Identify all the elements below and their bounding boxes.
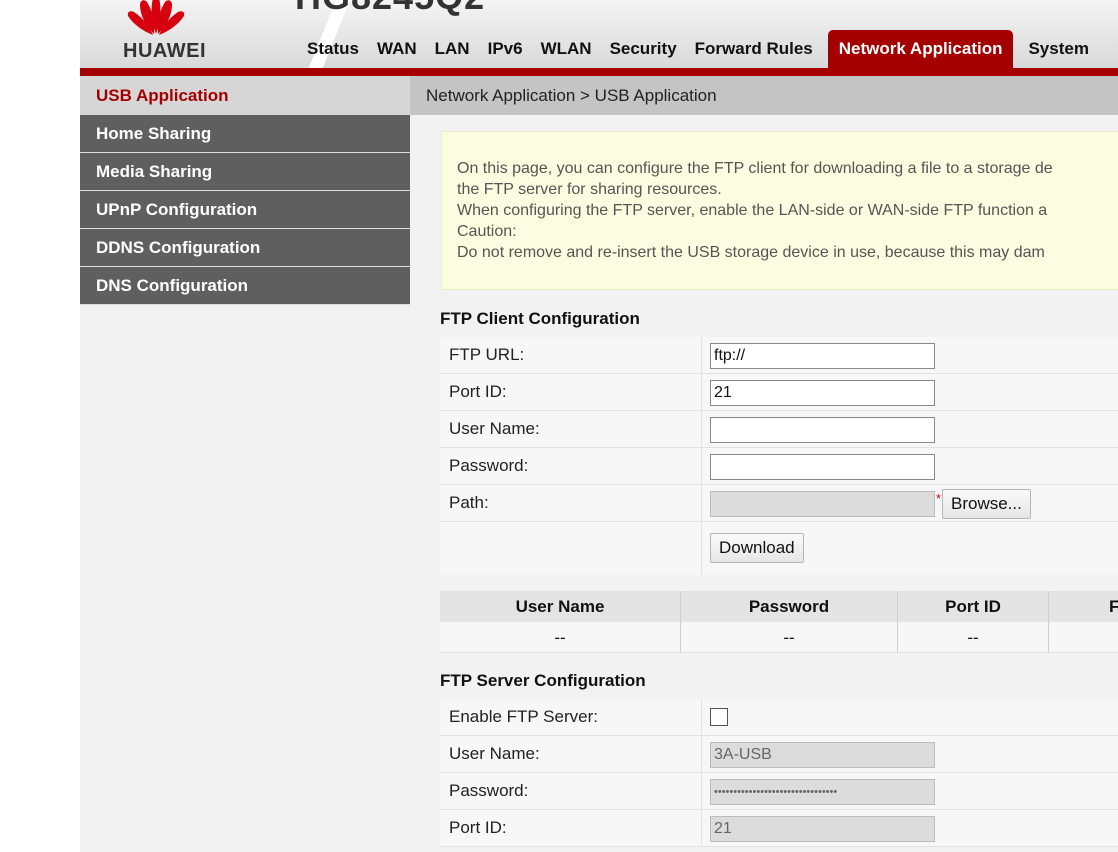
- top-nav: Status WAN LAN IPv6 WLAN Security Forwar…: [298, 30, 1098, 68]
- nav-wan[interactable]: WAN: [368, 30, 426, 68]
- sidebar-item-dns-configuration[interactable]: DNS Configuration: [80, 267, 410, 305]
- browse-button[interactable]: Browse...: [942, 489, 1031, 519]
- enable-ftp-server-checkbox[interactable]: [710, 708, 728, 726]
- cell-f: [1049, 622, 1118, 653]
- download-row: Download: [440, 522, 1118, 575]
- nav-lan[interactable]: LAN: [426, 30, 479, 68]
- ftp-server-port-row: Port ID:: [440, 810, 1118, 847]
- ftp-server-enable-row: Enable FTP Server:: [440, 699, 1118, 736]
- sidebar-item-usb-application[interactable]: USB Application: [80, 76, 410, 115]
- ftp-url-row: FTP URL:: [440, 337, 1118, 374]
- enable-ftp-server-label: Enable FTP Server:: [449, 707, 598, 726]
- ftp-password-label: Password:: [449, 456, 529, 475]
- info-line: When configuring the FTP server, enable …: [457, 202, 1048, 219]
- cell-user-name: --: [440, 622, 681, 653]
- row-divider: [701, 485, 702, 522]
- huawei-petal-icon: [127, 0, 185, 35]
- table-row: -- -- --: [440, 622, 1118, 653]
- nav-security[interactable]: Security: [601, 30, 686, 68]
- ftp-port-row: Port ID:: [440, 374, 1118, 411]
- row-divider: [701, 773, 702, 810]
- ftp-path-label: Path:: [449, 493, 489, 512]
- nav-network-application[interactable]: Network Application: [827, 30, 1014, 68]
- ftp-server-password-row: Password:: [440, 773, 1118, 810]
- header-red-bar: [80, 68, 1118, 76]
- info-box: On this page, you can configure the FTP …: [441, 131, 1118, 290]
- ftp-user-label: User Name:: [449, 419, 540, 438]
- ftp-path-row: Path: * Browse...: [440, 485, 1118, 522]
- ftp-server-user-label: User Name:: [449, 744, 540, 763]
- row-divider: [701, 411, 702, 448]
- info-line: On this page, you can configure the FTP …: [457, 160, 1053, 177]
- nav-ipv6[interactable]: IPv6: [479, 30, 532, 68]
- ftp-client-title: FTP Client Configuration: [440, 309, 640, 328]
- download-button[interactable]: Download: [710, 533, 804, 563]
- ftp-user-row: User Name:: [440, 411, 1118, 448]
- nav-status[interactable]: Status: [298, 30, 368, 68]
- header: HUAWEI HG8245Q2 Status WAN LAN IPv6 WLAN…: [80, 0, 1118, 68]
- huawei-logo: HUAWEI: [106, 0, 226, 68]
- table-header: User Name Password Port ID F: [440, 591, 1118, 622]
- ftp-password-input[interactable]: [710, 454, 935, 480]
- nav-system[interactable]: System: [1019, 30, 1097, 68]
- ftp-password-row: Password:: [440, 448, 1118, 485]
- ftp-url-label: FTP URL:: [449, 345, 525, 364]
- ftp-url-input[interactable]: [710, 343, 935, 369]
- sidebar-item-ddns-configuration[interactable]: DDNS Configuration: [80, 229, 410, 267]
- ftp-server-password-input[interactable]: [710, 779, 935, 805]
- ftp-server-password-label: Password:: [449, 781, 529, 800]
- row-divider: [701, 374, 702, 411]
- ftp-server-title: FTP Server Configuration: [440, 671, 646, 690]
- row-divider: [701, 736, 702, 773]
- info-line: Do not remove and re-insert the USB stor…: [457, 244, 1045, 261]
- cell-password: --: [681, 622, 898, 653]
- info-line: Caution:: [457, 223, 517, 240]
- ftp-server-port-label: Port ID:: [449, 818, 507, 837]
- ftp-server-port-input[interactable]: [710, 816, 935, 842]
- col-port-id: Port ID: [898, 591, 1049, 622]
- sidebar: USB Application Home Sharing Media Shari…: [80, 76, 410, 852]
- ftp-port-input[interactable]: [710, 380, 935, 406]
- required-mark: *: [936, 491, 942, 506]
- nav-wlan[interactable]: WLAN: [532, 30, 601, 68]
- ftp-server-user-row: User Name:: [440, 736, 1118, 773]
- nav-forward-rules[interactable]: Forward Rules: [686, 30, 822, 68]
- sidebar-item-home-sharing[interactable]: Home Sharing: [80, 115, 410, 153]
- ftp-user-input[interactable]: [710, 417, 935, 443]
- col-password: Password: [681, 591, 898, 622]
- sidebar-item-upnp-configuration[interactable]: UPnP Configuration: [80, 191, 410, 229]
- col-f: F: [1109, 597, 1118, 616]
- row-divider: [701, 699, 702, 736]
- ftp-path-input[interactable]: [710, 491, 935, 517]
- ftp-server-user-input[interactable]: [710, 742, 935, 768]
- row-divider: [701, 448, 702, 485]
- info-line: the FTP server for sharing resources.: [457, 181, 722, 198]
- row-divider: [701, 810, 702, 847]
- row-divider: [701, 522, 702, 575]
- model-title: HG8245Q2: [295, 0, 485, 18]
- ftp-port-label: Port ID:: [449, 382, 507, 401]
- cell-port-id: --: [898, 622, 1049, 653]
- breadcrumb: Network Application > USB Application: [410, 76, 1118, 115]
- brand-name: HUAWEI: [123, 40, 206, 62]
- row-divider: [701, 337, 702, 374]
- sidebar-item-media-sharing[interactable]: Media Sharing: [80, 153, 410, 191]
- col-user-name: User Name: [440, 591, 681, 622]
